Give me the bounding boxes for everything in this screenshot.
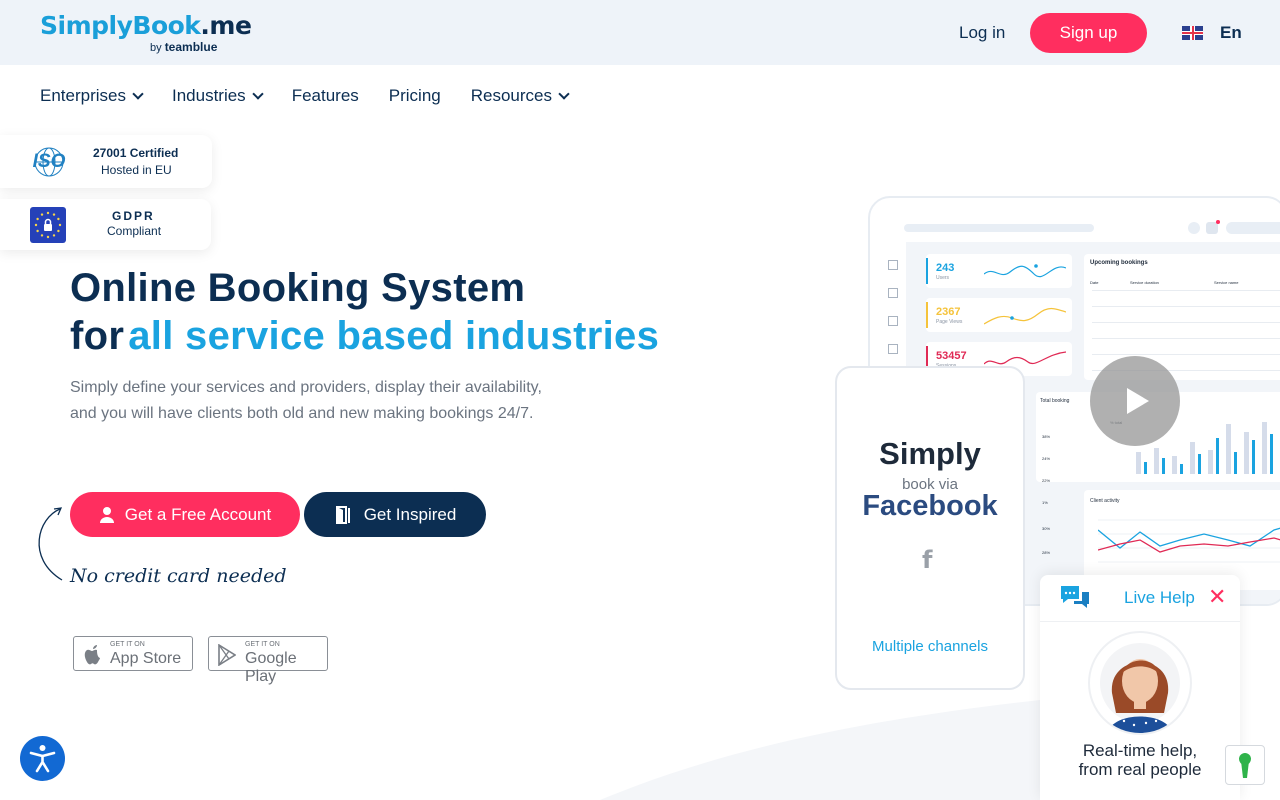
close-icon[interactable]: ✕: [1208, 585, 1226, 610]
facebook-icon: f: [922, 546, 933, 574]
gdpr-badge: GDPR Compliant: [0, 199, 211, 250]
accessibility-button[interactable]: [20, 736, 65, 781]
bank-icon: [888, 260, 898, 270]
hero-title-highlight: all service based industries: [128, 314, 660, 358]
gdpr-lock-icon: [30, 207, 66, 243]
google-play-icon: [218, 644, 236, 666]
iso-title: 27001 Certified: [93, 146, 179, 160]
play-icon: [1127, 388, 1149, 414]
live-help-line1: Real-time help,: [1082, 741, 1198, 760]
nav-item-features[interactable]: Features: [292, 86, 359, 106]
user-icon: [99, 507, 114, 523]
stack-icon: [888, 344, 898, 354]
gdpr-title: GDPR: [112, 209, 155, 223]
no-credit-card-note: No credit card needed: [70, 565, 287, 587]
document-icon: [888, 316, 898, 326]
logo-wordmark: SimplyBook.me: [40, 11, 252, 40]
support-agent-avatar: [1088, 631, 1192, 735]
main-nav: Enterprises Industries Features Pricing …: [40, 86, 570, 106]
live-help-header[interactable]: Live Help ✕: [1040, 575, 1240, 622]
curved-arrow-icon: [38, 507, 63, 581]
keyhole-icon: [1239, 753, 1251, 778]
nav-item-resources[interactable]: Resources: [471, 86, 570, 106]
hero-title-line1: Online Booking System: [70, 266, 526, 310]
iso-logo-text: ISO: [32, 151, 66, 172]
uk-flag-icon[interactable]: [1182, 26, 1203, 40]
nav-item-pricing[interactable]: Pricing: [389, 86, 441, 106]
hero-title-line2: for all service based industries: [70, 314, 660, 358]
multiple-channels-label: Multiple channels: [872, 638, 988, 655]
kpi-card-users: 243 Users: [926, 254, 1072, 288]
nav-item-industries[interactable]: Industries: [172, 86, 264, 106]
chevron-down-icon: [132, 87, 144, 100]
live-help-line2: from real people: [1078, 760, 1202, 779]
live-help-title: Live Help: [1124, 588, 1195, 607]
simplybook-logo[interactable]: SimplyBook.me by teamblue: [40, 11, 252, 55]
top-bar: SimplyBook.me by teamblue Log in Sign up…: [0, 0, 1280, 65]
login-link[interactable]: Log in: [959, 23, 1005, 43]
phone-mockup: Simply book via Facebook f Multiple chan…: [835, 366, 1025, 690]
phone-brand: Facebook: [862, 490, 998, 522]
iso-subtitle: Hosted in EU: [101, 163, 172, 177]
copy-icon: [888, 288, 898, 298]
decorative-wave: [600, 700, 1040, 800]
security-lock-button[interactable]: [1225, 745, 1265, 785]
language-selector[interactable]: En: [1220, 23, 1242, 43]
gdpr-subtitle: Compliant: [107, 224, 162, 238]
google-play-label: Google Play: [245, 650, 297, 685]
google-play-badge[interactable]: GET IT ON Google Play: [208, 636, 328, 685]
app-store-label: App Store: [110, 650, 182, 667]
chevron-down-icon: [558, 87, 570, 100]
iso-certified-badge: ISO 27001 Certified Hosted in EU: [0, 135, 212, 188]
door-icon: [335, 505, 350, 524]
app-store-badge[interactable]: GET IT ON App Store: [73, 636, 193, 671]
kpi-card-page-views: 2367 Page Views: [926, 298, 1072, 332]
signup-button[interactable]: Sign up: [1030, 13, 1147, 53]
get-inspired-button[interactable]: Get Inspired: [304, 492, 486, 537]
apple-icon: [84, 645, 100, 665]
phone-title: Simply: [879, 436, 981, 471]
nav-item-enterprises[interactable]: Enterprises: [40, 86, 144, 106]
chat-bubbles-icon: [1061, 586, 1089, 608]
get-free-account-button[interactable]: Get a Free Account: [70, 492, 300, 537]
logo-byline: by teamblue: [150, 40, 218, 54]
live-help-widget: Live Help ✕ Real-time help, from real pe…: [1040, 575, 1240, 800]
chevron-down-icon: [252, 87, 264, 100]
video-play-button[interactable]: [1090, 356, 1180, 446]
hero-description: Simply define your services and provider…: [70, 379, 542, 422]
iso-globe-icon: ISO: [28, 147, 70, 177]
accessibility-icon: [29, 745, 56, 773]
